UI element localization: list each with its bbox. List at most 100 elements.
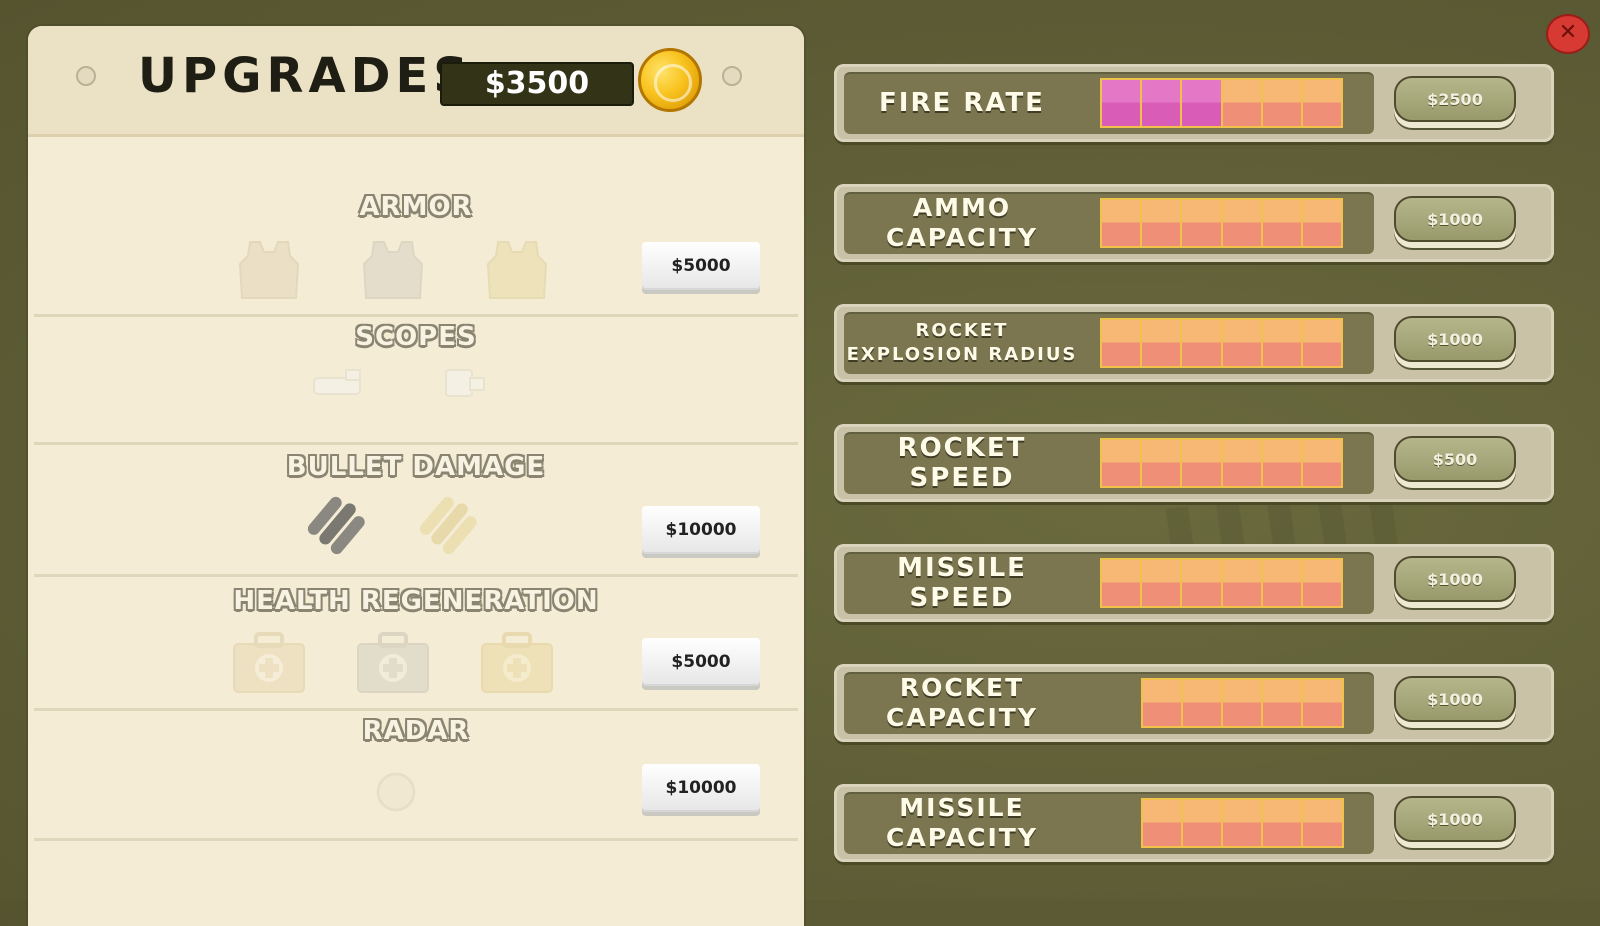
level-segment-empty [1222,560,1263,606]
upgrade-row: ROCKET SPEED $500 [834,424,1554,502]
level-segment-empty [1142,560,1183,606]
upgrade-label-box: MISSILE SPEED [844,552,1374,614]
level-segment-empty [1182,680,1223,726]
upgrade-level-bar [1100,318,1343,368]
upgrade-buy-button[interactable]: $1000 [1394,316,1516,362]
level-segment-empty [1102,200,1143,246]
level-segment-empty [1182,440,1223,486]
upgrade-label: ROCKET EXPLOSION RADIUS [846,320,1078,365]
upgrade-row: FIRE RATE $2500 [834,64,1554,142]
medkit-icon[interactable] [354,630,432,696]
upgrade-label-box: AMMO CAPACITY [844,192,1374,254]
section-title-bullet-damage: BULLET DAMAGE [286,452,546,482]
coin-icon [638,48,702,112]
upgrade-label-box: ROCKET EXPLOSION RADIUS [844,312,1374,374]
level-segment-empty [1222,200,1263,246]
level-segment-empty [1102,440,1143,486]
level-segment-empty [1222,80,1263,126]
medkit-icon[interactable] [478,630,556,696]
upgrade-label: ROCKET CAPACITY [886,673,1038,732]
upgrade-row: MISSILE CAPACITY $1000 [834,784,1554,862]
money-display: $3500 [440,62,634,106]
level-segment-empty [1142,800,1183,846]
upgrade-buy-button[interactable]: $1000 [1394,556,1516,602]
level-segment-empty [1262,440,1303,486]
level-segment-empty [1142,680,1183,726]
upgrade-label: FIRE RATE [879,88,1045,118]
upgrade-label: AMMO CAPACITY [886,193,1038,252]
level-segment-empty [1262,200,1303,246]
upgrade-level-bar [1100,78,1343,128]
level-segment-empty [1302,80,1342,126]
vest-icon[interactable] [484,236,550,306]
level-segment-empty [1102,320,1143,366]
level-segment-empty [1303,680,1342,726]
level-segment-empty [1262,560,1303,606]
level-segment-empty [1102,560,1143,606]
upgrade-level-bar [1140,798,1344,848]
bullets-icon[interactable] [412,494,482,560]
upgrade-level-bar [1140,678,1344,728]
upgrade-buy-button[interactable]: $1000 [1394,196,1516,242]
page-title: UPGRADES [138,48,473,104]
level-segment-empty [1182,800,1223,846]
level-segment-empty [1302,320,1342,366]
upgrade-row: ROCKET EXPLOSION RADIUS $1000 [834,304,1554,382]
level-segment-empty [1142,320,1183,366]
level-segment-filled [1102,80,1143,126]
level-segment-empty [1302,440,1342,486]
vest-icon[interactable] [236,236,302,306]
divider [34,442,798,445]
upgrade-buy-button[interactable]: $1000 [1394,796,1516,842]
level-segment-empty [1262,320,1303,366]
upgrade-buy-button[interactable]: $2500 [1394,76,1516,122]
upgrade-label: MISSILE SPEED [897,553,1027,613]
upgrade-buy-button[interactable]: $500 [1394,436,1516,482]
upgrade-level-bar [1100,558,1343,608]
rivet-icon [76,66,96,86]
level-segment-filled [1142,80,1183,126]
upgrades-panel: UPGRADES $3500 ARMOR $5000 SCOPES BULLET [28,26,804,926]
close-icon[interactable]: ✕ [1546,14,1590,54]
level-segment-empty [1222,320,1263,366]
scope-icon[interactable] [440,362,490,402]
level-segment-empty [1182,320,1223,366]
upgrade-buy-button[interactable]: $1000 [1394,676,1516,722]
upgrade-level-bar [1100,438,1343,488]
medkit-icon[interactable] [230,630,308,696]
upgrade-row: MISSILE SPEED $1000 [834,544,1554,622]
level-segment-empty [1222,800,1264,846]
level-segment-empty [1142,440,1183,486]
vest-icon[interactable] [360,236,426,306]
level-segment-empty [1302,200,1342,246]
upgrade-label-box: ROCKET SPEED [844,432,1374,494]
divider [34,314,798,317]
level-segment-empty [1263,680,1304,726]
buy-radar-button[interactable]: $10000 [642,764,760,812]
section-title-radar: RADAR [362,716,470,746]
upgrade-label: MISSILE CAPACITY [886,793,1038,852]
level-segment-empty [1182,200,1223,246]
level-segment-empty [1263,800,1304,846]
level-segment-empty [1302,560,1342,606]
buy-bullet-damage-button[interactable]: $10000 [642,506,760,554]
upgrade-label-box: FIRE RATE [844,72,1374,134]
scope-icon[interactable] [312,366,368,402]
panel-header: UPGRADES $3500 [28,26,804,137]
upgrade-level-bar [1100,198,1343,248]
buy-armor-button[interactable]: $5000 [642,242,760,290]
level-segment-empty [1303,800,1342,846]
radar-icon[interactable] [374,770,418,814]
upgrade-label-box: MISSILE CAPACITY [844,792,1374,854]
buy-health-regeneration-button[interactable]: $5000 [642,638,760,686]
level-segment-filled [1182,80,1223,126]
divider [34,838,798,841]
upgrade-label-box: ROCKET CAPACITY [844,672,1374,734]
bullets-icon[interactable] [300,494,370,560]
upgrade-row: ROCKET CAPACITY $1000 [834,664,1554,742]
upgrade-row: AMMO CAPACITY $1000 [834,184,1554,262]
level-segment-empty [1222,680,1264,726]
section-title-armor: ARMOR [359,192,473,222]
upgrade-label: ROCKET SPEED [897,433,1027,493]
section-title-scopes: SCOPES [355,322,477,352]
